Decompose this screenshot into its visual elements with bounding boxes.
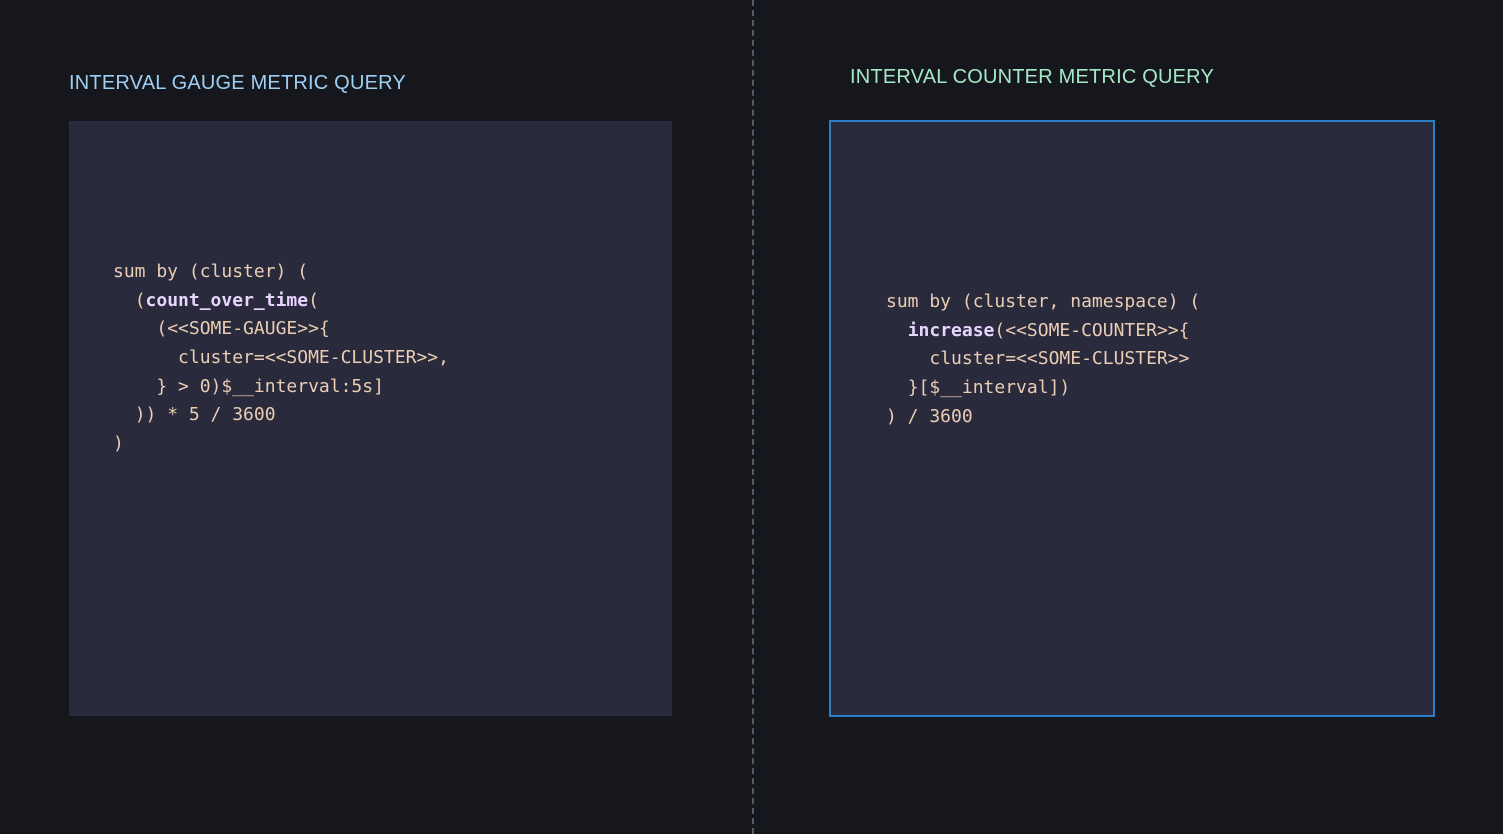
code-line: }[$__interval]) — [907, 377, 1071, 399]
code-line: ) / 3600 — [886, 405, 973, 427]
function-name: increase — [907, 319, 995, 341]
code-line: (<<SOME-GAUGE>>{ — [156, 318, 330, 340]
code-line: sum by (cluster) ( — [113, 261, 309, 282]
code-line: } > 0)$__interval:5s] — [156, 375, 384, 397]
code-line: cluster=<<SOME-CLUSTER>>, — [178, 347, 449, 369]
counter-query-title: INTERVAL COUNTER METRIC QUERY — [850, 66, 1214, 88]
center-divider — [752, 0, 754, 834]
code-line: )) * 5 / 3600 — [134, 404, 276, 426]
code-line: cluster=<<SOME-CLUSTER>> — [929, 348, 1190, 370]
code-line: sum by (cluster, namespace) ( — [886, 291, 1201, 312]
code-line: ) — [113, 433, 124, 455]
gauge-query-title: INTERVAL GAUGE METRIC QUERY — [69, 72, 406, 94]
gauge-query-panel[interactable]: sum by (cluster) ( (count_over_time( (<<… — [69, 121, 672, 716]
code-line: (count_over_time( — [134, 289, 319, 311]
counter-query-code: sum by (cluster, namespace) ( increase(<… — [886, 288, 1200, 431]
gauge-query-code: sum by (cluster) ( (count_over_time( (<<… — [113, 258, 449, 459]
function-name: count_over_time — [145, 289, 309, 311]
counter-query-panel[interactable]: sum by (cluster, namespace) ( increase(<… — [829, 120, 1435, 717]
code-line: increase(<<SOME-COUNTER>>{ — [907, 319, 1190, 341]
